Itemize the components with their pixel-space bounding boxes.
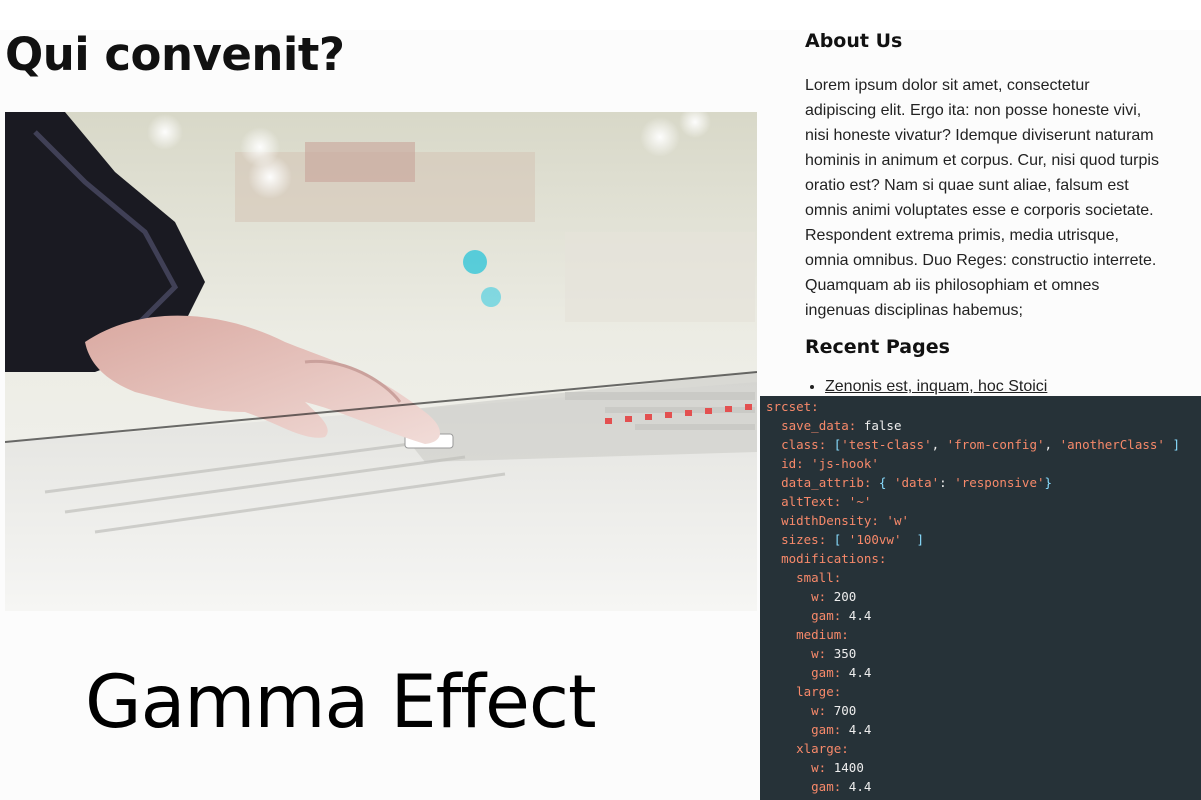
image-caption: Gamma Effect [85, 660, 597, 745]
code-line: id: 'js-hook' [781, 456, 879, 471]
code-line: altText: '~' [781, 494, 872, 509]
code-line: w: 350 [811, 646, 857, 661]
code-line: gam: 4.4 [811, 608, 872, 623]
code-snippet-panel: srcset: save_data: false class: ['test-c… [760, 396, 1201, 800]
code-line: large: [796, 684, 842, 699]
post-title: Qui convenit? [5, 28, 345, 81]
recent-page-link[interactable]: Zenonis est, inquam, hoc Stoici [825, 378, 1047, 395]
code-line: w: 1400 [811, 760, 864, 775]
code-line: class: ['test-class', 'from-config', 'an… [781, 437, 1180, 452]
code-line: medium: [796, 627, 849, 642]
list-item: Zenonis est, inquam, hoc Stoici [825, 378, 1047, 396]
recent-pages-list: Zenonis est, inquam, hoc Stoici [805, 378, 1047, 396]
code-line: small: [796, 570, 842, 585]
about-widget-text: Lorem ipsum dolor sit amet, consectetur … [805, 77, 1159, 319]
recent-pages-title: Recent Pages [805, 336, 950, 358]
hero-image [5, 112, 757, 611]
about-widget-title: About Us [805, 30, 903, 52]
code-line: data_attrib: { 'data': 'responsive'} [781, 475, 1053, 490]
code-line: gam: 4.4 [811, 665, 872, 680]
code-line: srcset: [766, 399, 819, 414]
code-line: sizes: [ '100vw' ] [781, 532, 925, 547]
code-line: w: 200 [811, 589, 857, 604]
code-line: modifications: [781, 551, 887, 566]
code-line: w: 700 [811, 703, 857, 718]
code-line: xlarge: [796, 741, 849, 756]
code-line: save_data: false [781, 418, 902, 433]
code-line: widthDensity: 'w' [781, 513, 910, 528]
code-line: gam: 4.4 [811, 722, 872, 737]
code-line: gam: 4.4 [811, 779, 872, 794]
